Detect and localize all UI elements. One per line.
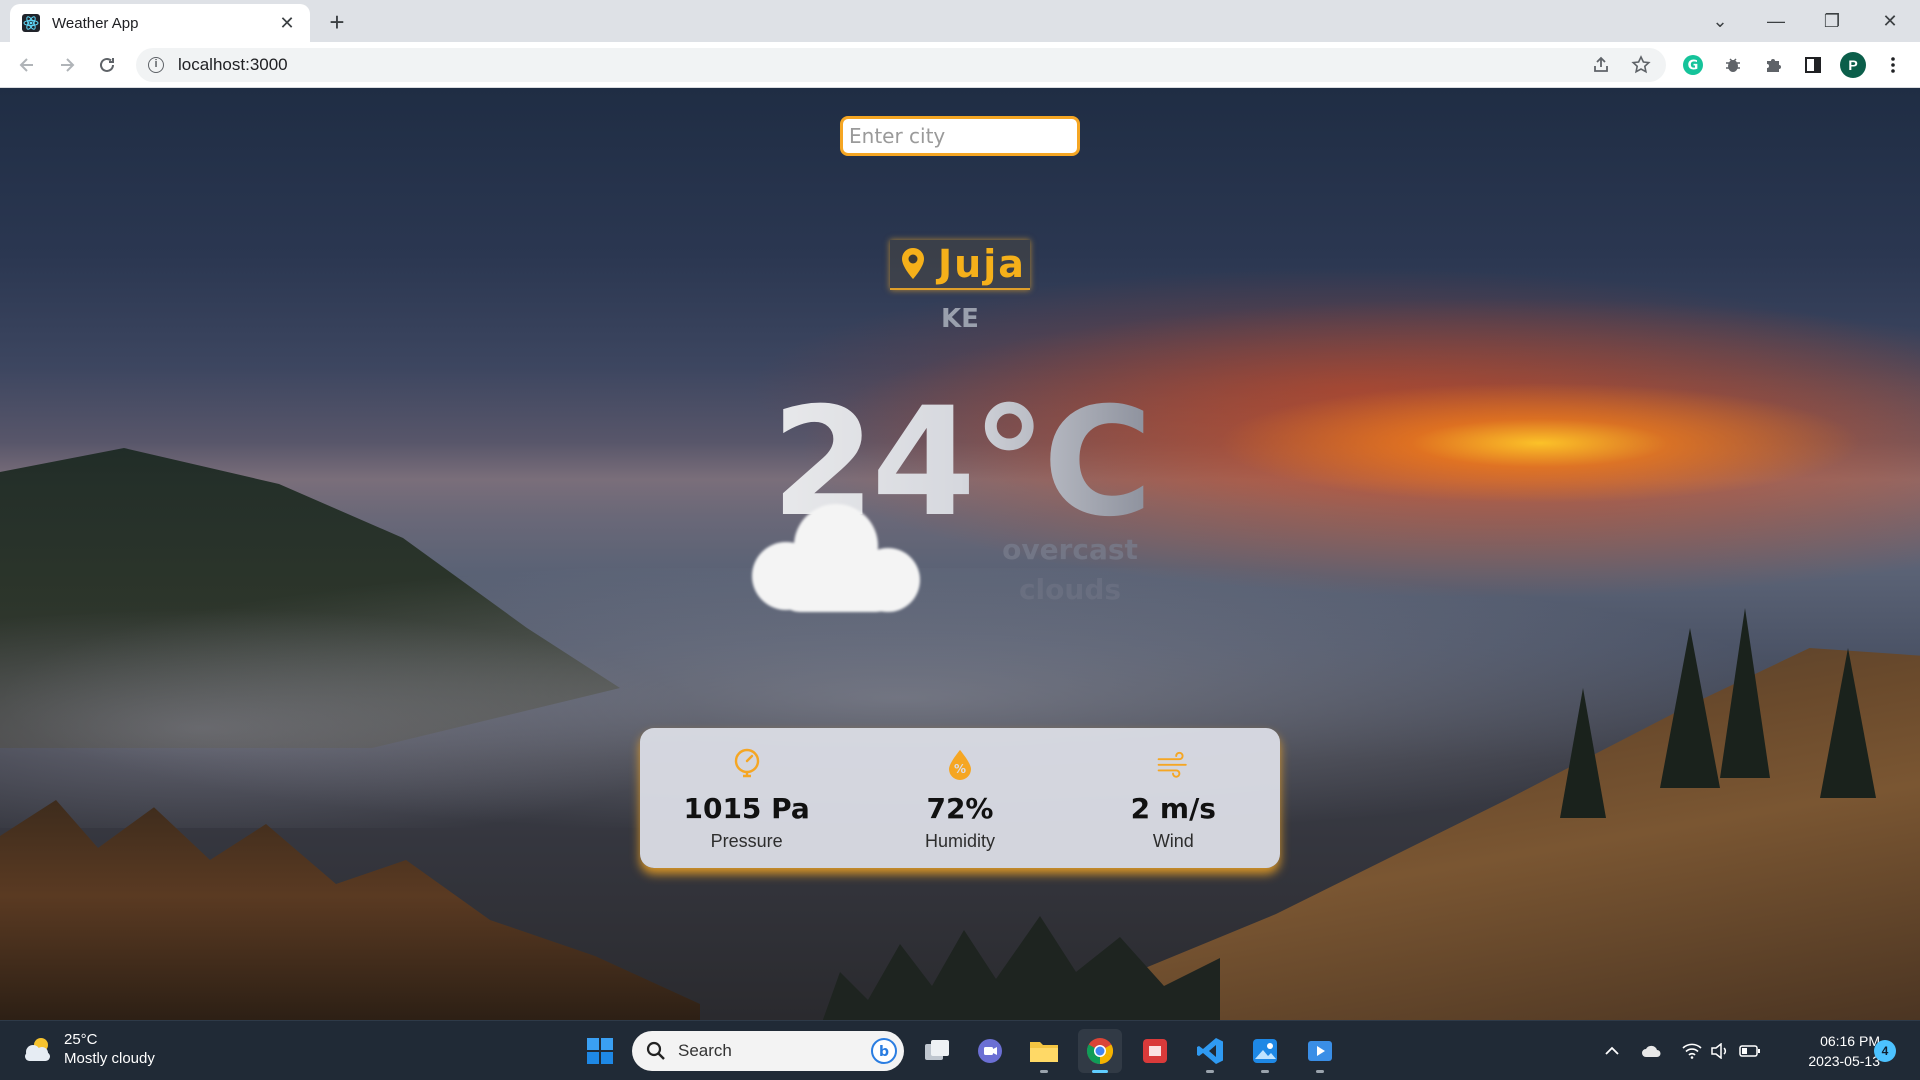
share-icon[interactable]: [1586, 50, 1616, 80]
active-indicator: [1092, 1070, 1108, 1073]
temperature-display: 24°C: [0, 378, 1920, 548]
extensions-puzzle-icon[interactable]: [1758, 50, 1788, 80]
teams-chat-button[interactable]: [968, 1029, 1012, 1073]
cloud-icon: [752, 504, 920, 612]
tab-weather-app[interactable]: Weather App ✕: [10, 4, 310, 42]
taskbar-search-box[interactable]: Search b: [632, 1031, 904, 1071]
tab-close-icon[interactable]: ✕: [276, 13, 298, 34]
weather-stats-card: 1015 Pa Pressure % 72% Humidity 2 m/s Wi…: [640, 728, 1280, 868]
bookmark-star-icon[interactable]: [1626, 50, 1656, 80]
teams-chat-icon: [978, 1039, 1002, 1063]
taskbar-clock[interactable]: 06:16 PM 2023-05-13: [1770, 1031, 1880, 1071]
task-view-icon: [925, 1040, 949, 1060]
search-label: Search: [678, 1041, 732, 1060]
react-favicon-icon: [22, 14, 40, 32]
close-window-button[interactable]: ✕: [1862, 0, 1918, 42]
photos-app-button[interactable]: [1243, 1029, 1287, 1073]
back-button[interactable]: [12, 50, 42, 80]
taskbar-weather-widget[interactable]: 25°C Mostly cloudy: [20, 1030, 155, 1068]
browser-menu-icon[interactable]: [1878, 50, 1908, 80]
city-name: Juja: [938, 242, 1026, 286]
side-panel-icon[interactable]: [1798, 50, 1828, 80]
profile-avatar[interactable]: P: [1838, 50, 1868, 80]
photos-icon: [1253, 1039, 1277, 1063]
folder-icon: [1030, 1042, 1058, 1062]
forward-arrow-icon: [61, 58, 75, 72]
pressure-label: Pressure: [710, 831, 783, 851]
media-player-icon: [1308, 1041, 1332, 1061]
taskbar-weather-desc: Mostly cloudy: [64, 1050, 155, 1067]
city-heading: Juja: [890, 240, 1030, 290]
wifi-icon[interactable]: [1680, 1039, 1704, 1063]
wind-value: 2 m/s: [1130, 792, 1216, 825]
partly-cloudy-icon: [25, 1038, 50, 1061]
notification-badge[interactable]: 4: [1874, 1040, 1896, 1062]
bing-icon[interactable]: b: [870, 1037, 898, 1065]
red-app-icon: [1143, 1039, 1167, 1063]
pressure-value: 1015 Pa: [683, 792, 810, 825]
background-trees-mid: [820, 916, 1220, 1020]
red-app-button[interactable]: [1133, 1029, 1177, 1073]
minimize-button[interactable]: —: [1748, 0, 1804, 42]
stat-pressure: 1015 Pa Pressure: [640, 728, 853, 868]
location-pin-icon: [902, 248, 924, 279]
windows-taskbar: 25°C Mostly cloudy Search b 06:16 PM 202…: [0, 1020, 1920, 1080]
browser-toolbar: i localhost:3000 G P: [0, 42, 1920, 88]
humidity-drop-icon: %: [944, 748, 976, 780]
forward-button[interactable]: [52, 50, 82, 80]
bug-extension-icon[interactable]: [1718, 50, 1748, 80]
country-code: KE: [941, 304, 979, 334]
volume-icon[interactable]: [1708, 1039, 1732, 1063]
clock-date: 2023-05-13: [1808, 1053, 1880, 1069]
grammarly-extension-icon[interactable]: G: [1678, 50, 1708, 80]
wind-icon: [1157, 748, 1189, 780]
back-arrow-icon: [19, 58, 33, 72]
battery-icon[interactable]: [1738, 1039, 1762, 1063]
profile-initial: P: [1848, 57, 1858, 73]
svg-text:b: b: [879, 1044, 889, 1060]
svg-text:%: %: [954, 762, 966, 776]
city-search-input[interactable]: [840, 116, 1080, 156]
weather-description: overcast clouds: [960, 530, 1180, 610]
windows-logo-icon: [587, 1038, 613, 1064]
svg-text:G: G: [1688, 59, 1699, 74]
running-indicator: [1206, 1070, 1214, 1073]
wind-label: Wind: [1152, 831, 1194, 851]
search-icon: [646, 1041, 665, 1060]
gauge-icon: [731, 748, 763, 780]
humidity-label: Humidity: [924, 831, 995, 851]
browser-tab-strip: Weather App ✕ + ⌄ — ❐ ✕: [0, 0, 1920, 42]
reload-icon: [100, 57, 114, 72]
url-text: localhost:3000: [178, 55, 288, 74]
reload-button[interactable]: [92, 50, 122, 80]
media-player-button[interactable]: [1298, 1029, 1342, 1073]
clock-time: 06:16 PM: [1820, 1033, 1880, 1049]
tab-search-chevron-icon[interactable]: ⌄: [1692, 0, 1748, 42]
task-view-button[interactable]: [915, 1029, 959, 1073]
new-tab-button[interactable]: +: [322, 8, 352, 38]
restore-button[interactable]: ❐: [1804, 0, 1860, 42]
description-line-1: overcast: [1002, 533, 1138, 566]
onedrive-cloud-icon[interactable]: [1640, 1039, 1664, 1063]
stat-wind: 2 m/s Wind: [1067, 728, 1280, 868]
start-button[interactable]: [578, 1029, 622, 1073]
description-line-2: clouds: [1018, 573, 1122, 606]
chrome-icon: [1086, 1038, 1114, 1065]
vscode-button[interactable]: [1188, 1029, 1232, 1073]
address-bar[interactable]: i localhost:3000: [136, 48, 1666, 82]
taskbar-weather-temp: 25°C: [64, 1031, 98, 1048]
running-indicator: [1316, 1070, 1324, 1073]
running-indicator: [1261, 1070, 1269, 1073]
weather-app-page: Juja KE 24°C overcast clouds 1015 P: [0, 88, 1920, 1020]
vscode-icon: [1197, 1038, 1223, 1064]
humidity-value: 72%: [926, 792, 994, 825]
file-explorer-button[interactable]: [1022, 1029, 1066, 1073]
tab-title: Weather App: [52, 14, 139, 32]
stat-humidity: % 72% Humidity: [853, 728, 1066, 868]
site-info-icon[interactable]: i: [148, 57, 164, 73]
show-hidden-icons-chevron[interactable]: [1600, 1039, 1624, 1063]
chrome-button[interactable]: [1078, 1029, 1122, 1073]
running-indicator: [1040, 1070, 1048, 1073]
